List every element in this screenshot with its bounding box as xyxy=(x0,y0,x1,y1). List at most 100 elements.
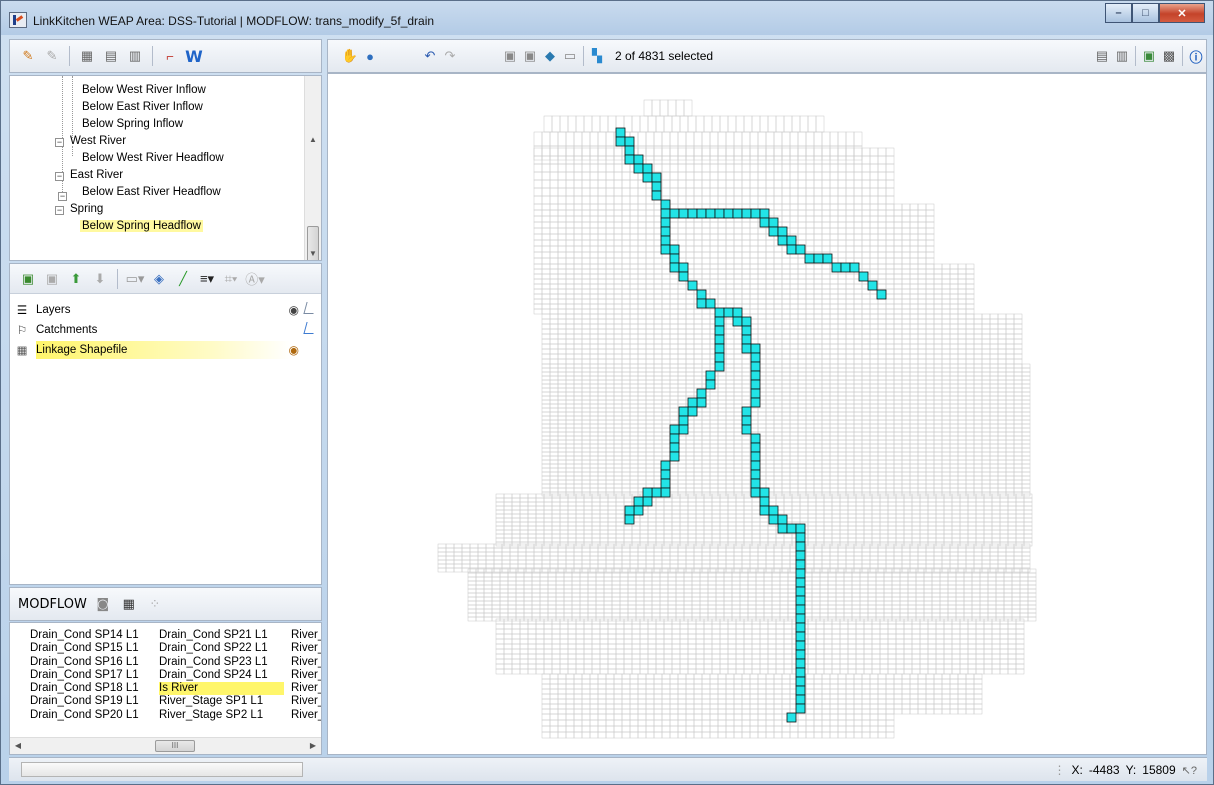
redo-icon[interactable]: ↷ xyxy=(440,47,460,65)
tree-item[interactable]: Below Spring Inflow xyxy=(82,116,183,133)
label-icon[interactable]: Ⓐ▾ xyxy=(245,270,265,288)
fill-bucket-icon[interactable]: ◈ xyxy=(149,270,169,288)
import-icon[interactable]: ▥ xyxy=(125,47,145,65)
copy-map-icon[interactable]: ▣ xyxy=(1139,47,1159,65)
pen-icon[interactable]: ╱ xyxy=(173,270,193,288)
map-canvas[interactable] xyxy=(327,73,1207,755)
zoom-selection-icon[interactable]: ▚ xyxy=(587,47,607,65)
undo-icon[interactable]: ↶ xyxy=(420,47,440,65)
list-item[interactable]: Drain_Cond SP16 L1 xyxy=(30,656,139,669)
list-item[interactable]: Drain_Cond SP24 L1 xyxy=(159,669,284,682)
list-item[interactable]: River_ xyxy=(291,642,321,655)
move-down-icon[interactable]: ⬇ xyxy=(90,270,110,288)
collapse-toggle[interactable]: − xyxy=(55,138,64,147)
list-item[interactable]: Drain_Cond SP20 L1 xyxy=(30,709,139,722)
grid-cell xyxy=(967,533,977,539)
grid-cell xyxy=(765,303,775,310)
list-item[interactable]: Drain_Cond SP14 L1 xyxy=(30,629,139,642)
list-item[interactable]: River_ xyxy=(291,629,321,642)
scroll-down-arrow-icon[interactable]: ▼ xyxy=(305,246,321,260)
grid-cell xyxy=(565,233,575,241)
list-item[interactable]: River_ xyxy=(291,682,321,695)
list-item[interactable]: River_Stage SP2 L1 xyxy=(159,709,284,722)
remove-layer-icon[interactable]: ▣ xyxy=(42,270,62,288)
edit-table-icon[interactable]: ▥ xyxy=(1112,47,1132,65)
info-icon[interactable]: ⓘ xyxy=(1186,47,1206,65)
close-button[interactable]: ✕ xyxy=(1159,3,1205,23)
collapse-toggle[interactable]: − xyxy=(55,206,64,215)
collapse-toggle[interactable]: − xyxy=(55,172,64,181)
tree-scrollbar[interactable]: ▲ ▼ xyxy=(304,76,321,260)
list-item[interactable]: River_ xyxy=(291,695,321,708)
grid-cell xyxy=(1005,318,1015,325)
list-item[interactable]: River_ xyxy=(291,669,321,682)
layer-item-layers[interactable]: ☰ Layers ◉ xyxy=(10,300,321,320)
visibility-eye-icon[interactable]: ◉ xyxy=(289,303,299,317)
list-horizontal-scrollbar[interactable]: ◀ III ▶ xyxy=(10,737,321,754)
line-style-icon[interactable]: ≡▾ xyxy=(197,270,217,288)
list-item-selected[interactable]: Is River xyxy=(159,682,284,696)
save-map-icon[interactable]: ▩ xyxy=(1159,47,1179,65)
minimize-button[interactable]: – xyxy=(1105,3,1132,23)
grid-cell xyxy=(893,395,903,401)
maximize-button[interactable]: □ xyxy=(1132,3,1159,23)
grid-cell xyxy=(1005,479,1015,485)
camera-icon[interactable]: ◙ xyxy=(93,595,113,613)
grid-cell xyxy=(549,273,559,280)
grid-cell xyxy=(845,395,855,401)
export-icon[interactable]: ▤ xyxy=(101,47,121,65)
layer-item-linkage-shapefile[interactable]: ▦ Linkage Shapefile ◉ xyxy=(10,340,321,360)
select-polygon-icon[interactable]: ◆ xyxy=(540,47,560,65)
grid-cell xyxy=(983,517,993,523)
add-layer-icon[interactable]: ▣ xyxy=(18,270,38,288)
scroll-right-arrow-icon[interactable]: ▶ xyxy=(305,738,321,754)
table-icon[interactable]: ▦ xyxy=(77,47,97,65)
symbology-dropdown-icon[interactable]: ▭▾ xyxy=(125,270,145,288)
grid-cell xyxy=(629,268,639,275)
list-item[interactable]: River_Stage SP1 L1 xyxy=(159,695,284,708)
tree-item[interactable]: Below East River Inflow xyxy=(82,99,203,116)
scroll-left-arrow-icon[interactable]: ◀ xyxy=(10,738,26,754)
scatter-icon[interactable]: ⁘ xyxy=(145,595,165,613)
edit-pencil-icon[interactable]: ✎ xyxy=(18,47,38,65)
edit-pencil-disabled-icon[interactable]: ✎ xyxy=(42,47,62,65)
tree-item[interactable]: West River xyxy=(70,133,126,150)
select-add-icon[interactable]: ▣ xyxy=(520,47,540,65)
weap-icon[interactable]: W xyxy=(184,47,204,66)
scroll-up-arrow-icon[interactable]: ▲ xyxy=(305,132,321,148)
grid-cell xyxy=(893,403,903,409)
tree-item[interactable]: Below West River Inflow xyxy=(82,82,206,99)
model-grid[interactable] xyxy=(328,74,1207,755)
chart-icon[interactable]: ⌐ xyxy=(160,47,180,65)
pan-hand-icon[interactable]: ✋ xyxy=(340,47,360,65)
list-item[interactable]: Drain_Cond SP21 L1 xyxy=(159,629,284,642)
collapse-toggle[interactable]: − xyxy=(58,192,67,201)
grid-cell xyxy=(597,403,607,409)
list-item[interactable]: Drain_Cond SP15 L1 xyxy=(30,642,139,655)
tree-item[interactable]: Below East River Headflow xyxy=(82,184,221,201)
tree-item[interactable]: East River xyxy=(70,167,123,184)
list-item[interactable]: Drain_Cond SP22 L1 xyxy=(159,642,284,655)
selection-box-icon[interactable]: ⌗▾ xyxy=(221,270,241,288)
globe-icon[interactable]: ● xyxy=(360,47,380,65)
grid-cell xyxy=(549,358,559,365)
move-up-icon[interactable]: ⬆ xyxy=(66,270,86,288)
grid-table-icon[interactable]: ▦ xyxy=(119,595,139,613)
select-icon[interactable]: ▣ xyxy=(500,47,520,65)
layer-item-catchments[interactable]: ⚐ Catchments xyxy=(10,320,321,340)
list-item[interactable]: Drain_Cond SP18 L1 xyxy=(30,682,139,695)
tree-item-selected[interactable]: Below Spring Headflow xyxy=(80,218,203,235)
scroll-thumb[interactable]: III xyxy=(155,740,195,752)
grid-cell xyxy=(863,509,873,515)
list-item[interactable]: Drain_Cond SP17 L1 xyxy=(30,669,139,682)
list-item[interactable]: River_ xyxy=(291,656,321,669)
list-item[interactable]: Drain_Cond SP19 L1 xyxy=(30,695,139,708)
tree-item[interactable]: Below West River Headflow xyxy=(82,150,224,167)
grid-cell xyxy=(925,263,935,270)
list-item[interactable]: Drain_Cond SP23 L1 xyxy=(159,656,284,669)
tree-item[interactable]: Spring xyxy=(70,201,103,218)
attribute-table-icon[interactable]: ▤ xyxy=(1092,47,1112,65)
visibility-eye-icon[interactable]: ◉ xyxy=(289,343,299,357)
list-item[interactable]: River_ xyxy=(291,709,321,722)
clear-selection-icon[interactable]: ▭ xyxy=(560,47,580,65)
